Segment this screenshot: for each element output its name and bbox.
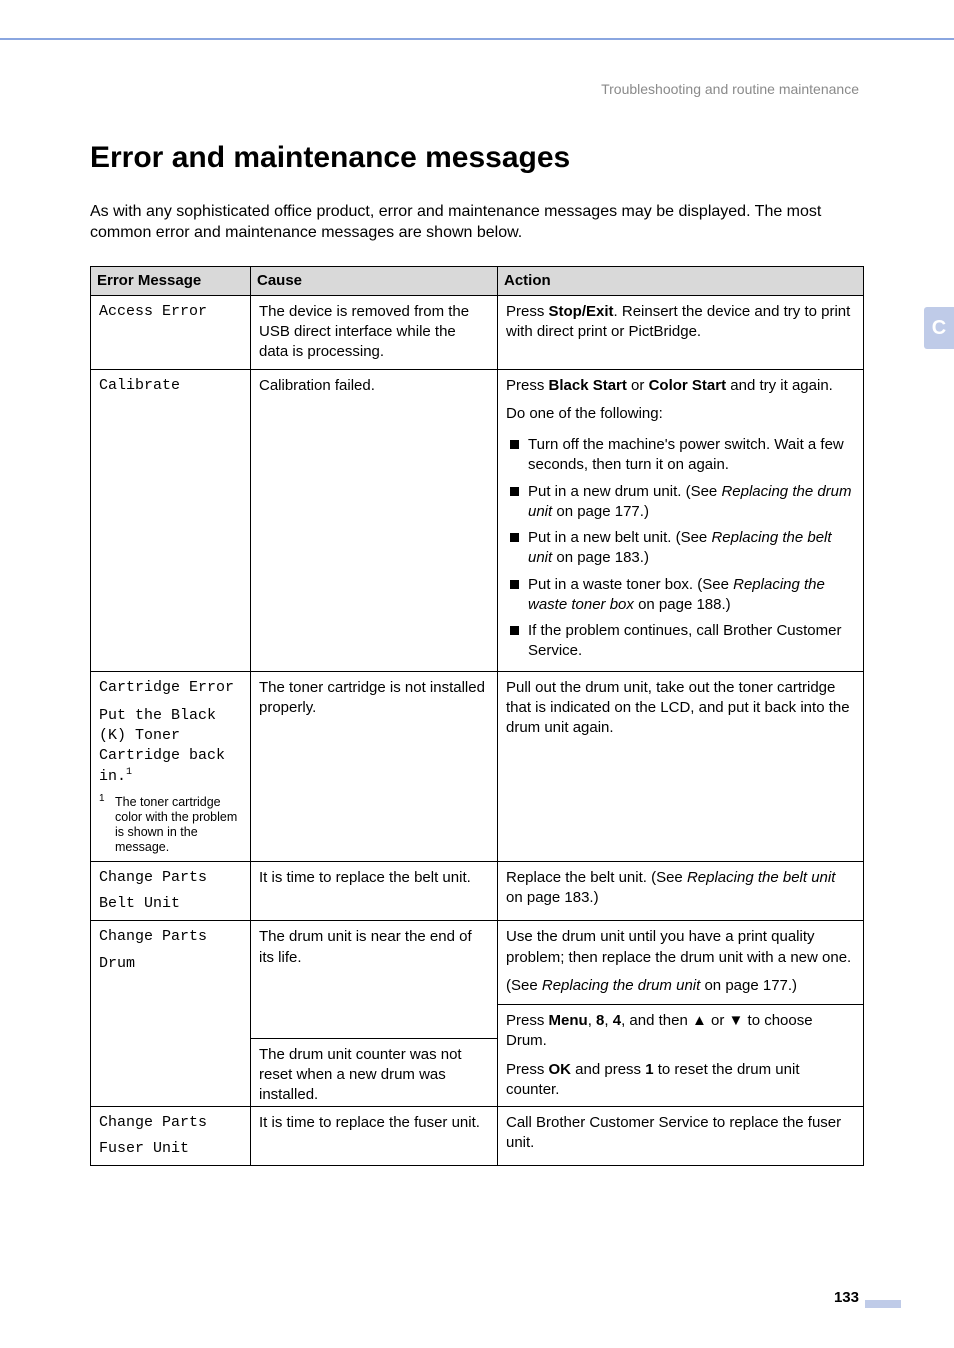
list-item: If the problem continues, call Brother C… <box>506 618 855 665</box>
down-arrow-icon: ▼ <box>729 1012 744 1029</box>
cause-text: The drum unit is near the end of its lif… <box>259 927 489 968</box>
cause-cell: Calibration failed. <box>251 369 498 671</box>
cause-cell: It is time to replace the belt unit. <box>251 861 498 921</box>
error-message-cell: Access Error <box>91 295 251 369</box>
cause-cell: It is time to replace the fuser unit. <box>251 1106 498 1166</box>
action-cell: Press Black Start or Color Start and try… <box>498 369 864 671</box>
error-message-cell: Change Parts Fuser Unit <box>91 1106 251 1166</box>
action-text: Use the drum unit until you have a print… <box>506 927 855 968</box>
intro-paragraph: As with any sophisticated office product… <box>90 201 864 244</box>
table-row: Cartridge Error Put the Black (K) Toner … <box>91 671 864 861</box>
error-message-cell: Change Parts Drum <box>91 921 251 1106</box>
action-text: Press Menu, 8, 4, and then ▲ or ▼ to cho… <box>506 1011 855 1052</box>
section-thumb: C <box>924 307 954 349</box>
error-code: Change Parts <box>99 927 242 947</box>
page-number: 133 <box>834 1288 859 1308</box>
list-item: Put in a waste toner box. (See Replacing… <box>506 572 855 619</box>
cause-cell: The toner cartridge is not installed pro… <box>251 671 498 861</box>
page-number-accent <box>865 1300 901 1308</box>
action-cell: Use the drum unit until you have a print… <box>498 921 864 1106</box>
action-text: Press OK and press 1 to reset the drum u… <box>506 1060 855 1101</box>
error-code: Put the Black (K) Toner Cartridge back i… <box>99 706 242 787</box>
footnote: 1 The toner cartridge color with the pro… <box>99 795 242 855</box>
table-row: Access Error The device is removed from … <box>91 295 864 369</box>
action-text: Press Black Start or Color Start and try… <box>506 376 855 396</box>
table-row: Calibrate Calibration failed. Press Blac… <box>91 369 864 671</box>
error-code: Drum <box>99 954 242 974</box>
error-message-cell: Cartridge Error Put the Black (K) Toner … <box>91 671 251 861</box>
action-cell: Pull out the drum unit, take out the ton… <box>498 671 864 861</box>
error-message-cell: Change Parts Belt Unit <box>91 861 251 921</box>
page-title: Error and maintenance messages <box>90 138 864 179</box>
error-code: Change Parts <box>99 1113 242 1133</box>
col-header-error-message: Error Message <box>91 266 251 295</box>
error-message-cell: Calibrate <box>91 369 251 671</box>
error-code: Belt Unit <box>99 894 242 914</box>
col-header-cause: Cause <box>251 266 498 295</box>
action-text: Do one of the following: <box>506 404 855 424</box>
table-row: Change Parts Drum The drum unit is near … <box>91 921 864 1106</box>
action-cell: Call Brother Customer Service to replace… <box>498 1106 864 1166</box>
action-cell: Replace the belt unit. (See Replacing th… <box>498 861 864 921</box>
error-code: Change Parts <box>99 868 242 888</box>
action-text: (See Replacing the drum unit on page 177… <box>506 976 855 996</box>
cause-cell: The drum unit is near the end of its lif… <box>251 921 498 1106</box>
error-messages-table: Error Message Cause Action Access Error … <box>90 266 864 1167</box>
error-code: Fuser Unit <box>99 1139 242 1159</box>
header-subtitle: Troubleshooting and routine maintenance <box>601 80 859 99</box>
action-cell: Press Stop/Exit. Reinsert the device and… <box>498 295 864 369</box>
col-header-action: Action <box>498 266 864 295</box>
table-row: Change Parts Belt Unit It is time to rep… <box>91 861 864 921</box>
error-code: Cartridge Error <box>99 678 242 698</box>
action-list: Turn off the machine's power switch. Wai… <box>506 432 855 665</box>
list-item: Turn off the machine's power switch. Wai… <box>506 432 855 479</box>
up-arrow-icon: ▲ <box>692 1012 707 1029</box>
cause-cell: The device is removed from the USB direc… <box>251 295 498 369</box>
cause-text: The drum unit counter was not reset when… <box>251 1038 497 1112</box>
list-item: Put in a new drum unit. (See Replacing t… <box>506 479 855 526</box>
table-row: Change Parts Fuser Unit It is time to re… <box>91 1106 864 1166</box>
list-item: Put in a new belt unit. (See Replacing t… <box>506 525 855 572</box>
action-text: Press Stop/Exit. Reinsert the device and… <box>506 303 850 340</box>
